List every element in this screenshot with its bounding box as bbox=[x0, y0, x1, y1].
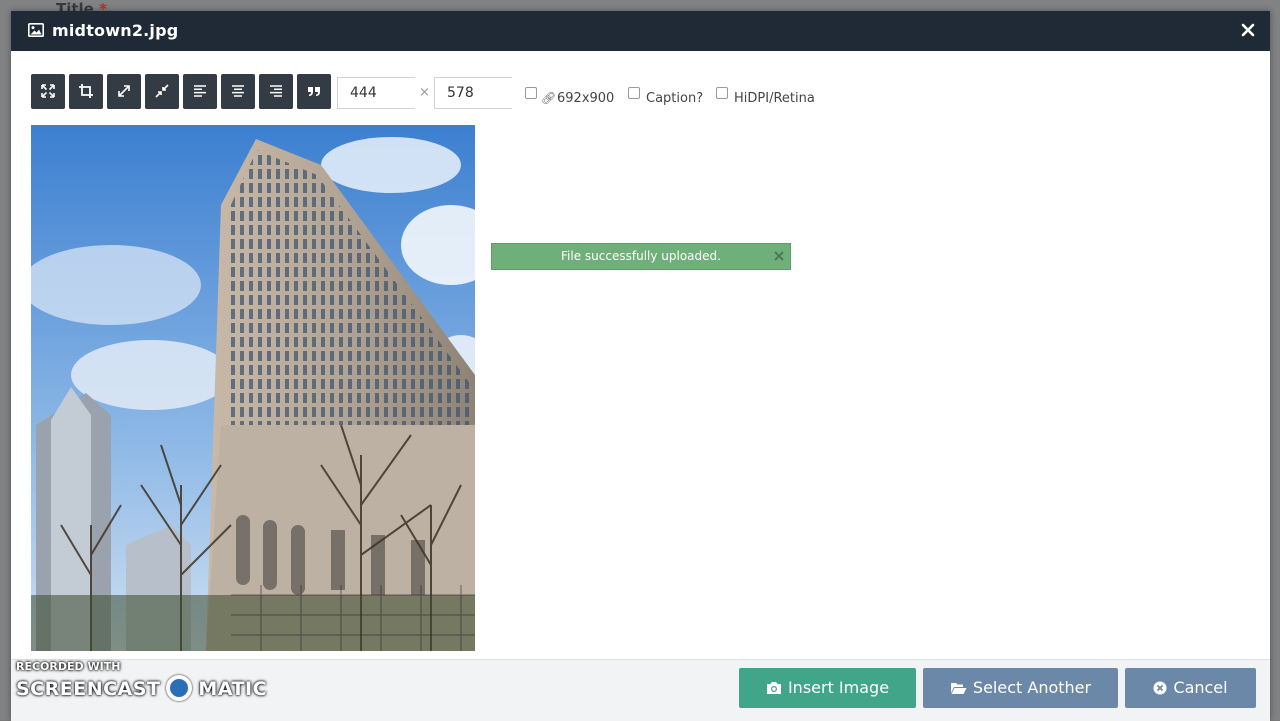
height-input[interactable]: 578 bbox=[434, 77, 512, 109]
camera-icon bbox=[766, 682, 781, 694]
crop-icon bbox=[79, 84, 93, 98]
width-input[interactable]: 444 bbox=[337, 77, 415, 109]
watermark-line2: SCREENCAST MATIC bbox=[16, 675, 267, 701]
folder-open-icon bbox=[950, 683, 967, 694]
fullscreen-button[interactable] bbox=[31, 74, 65, 109]
insert-image-button[interactable]: Insert Image bbox=[739, 668, 916, 708]
close-icon[interactable] bbox=[773, 250, 785, 262]
screencast-logo-icon bbox=[166, 675, 193, 701]
watermark-screencast-text: SCREENCAST bbox=[16, 678, 161, 700]
alert-message: File successfully uploaded. bbox=[561, 249, 721, 263]
link-icon: 🔗︎ bbox=[541, 91, 557, 105]
watermark-line1: RECORDED WITH bbox=[16, 660, 121, 673]
times-circle-icon bbox=[1153, 681, 1167, 695]
close-icon[interactable] bbox=[1240, 22, 1256, 38]
expand-icon bbox=[41, 84, 55, 98]
image-preview[interactable] bbox=[31, 125, 475, 651]
select-another-label: Select Another bbox=[972, 678, 1092, 697]
align-left-button[interactable] bbox=[183, 74, 217, 109]
resize-expand-icon bbox=[118, 85, 130, 97]
dialog-title: midtown2.jpg bbox=[52, 21, 179, 40]
cancel-label: Cancel bbox=[1173, 678, 1228, 697]
align-right-button[interactable] bbox=[259, 74, 293, 109]
cancel-button[interactable]: Cancel bbox=[1125, 668, 1256, 708]
hidpi-label: HiDPI/Retina bbox=[734, 91, 815, 106]
quote-button[interactable] bbox=[297, 74, 331, 109]
align-left-icon bbox=[194, 85, 206, 97]
select-another-button[interactable]: Select Another bbox=[923, 668, 1118, 708]
upload-success-alert: File successfully uploaded. bbox=[491, 243, 791, 270]
resize-compress-button[interactable] bbox=[145, 74, 179, 109]
original-size-label: 692x900 bbox=[557, 91, 615, 106]
caption-label: Caption? bbox=[646, 91, 704, 106]
hidpi-checkbox[interactable] bbox=[716, 87, 728, 99]
screencast-watermark: RECORDED WITH SCREENCAST MATIC bbox=[16, 660, 267, 701]
dimension-separator: × bbox=[419, 85, 430, 100]
align-center-button[interactable] bbox=[221, 74, 255, 109]
caption-checkbox[interactable] bbox=[628, 87, 640, 99]
resize-compress-icon bbox=[155, 84, 169, 98]
insert-image-label: Insert Image bbox=[787, 678, 890, 697]
original-size-checkbox[interactable] bbox=[525, 87, 537, 99]
image-icon bbox=[28, 23, 44, 37]
resize-expand-button[interactable] bbox=[107, 74, 141, 109]
dialog-header: midtown2.jpg bbox=[11, 11, 1270, 51]
align-right-icon bbox=[270, 85, 282, 97]
image-dialog: midtown2.jpg 444 × 578 🔗︎ 692x900 Captio… bbox=[11, 11, 1270, 721]
crop-button[interactable] bbox=[69, 74, 103, 109]
quote-icon bbox=[308, 87, 320, 96]
align-center-icon bbox=[232, 85, 244, 97]
watermark-matic-text: MATIC bbox=[198, 678, 268, 700]
